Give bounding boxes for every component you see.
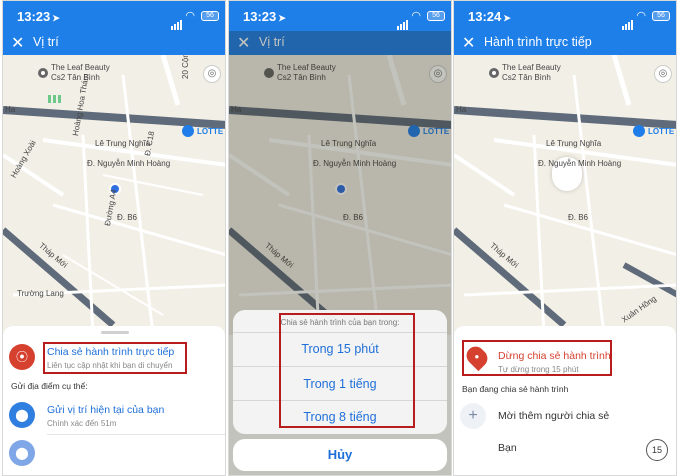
- map-label-place: The Leaf Beauty: [51, 63, 110, 72]
- status-time: 13:23 ➤: [243, 9, 286, 24]
- signal-icon: [397, 12, 409, 30]
- add-person-icon: +: [460, 403, 486, 429]
- map-label-street1: Lê Trung Nghĩa: [546, 139, 602, 148]
- map-label-street1: Lê Trung Nghĩa: [95, 139, 151, 148]
- status-bar: 13:24 ➤ ◠ 56: [454, 1, 676, 31]
- you-label: Bạn: [498, 442, 517, 454]
- map-label-place-sub: Cs2 Tân Bình: [502, 73, 551, 82]
- screen-share-location: 13:23 ➤ ◠ 56 ✕ Vị trí The Leaf Beauty Cs…: [2, 0, 226, 476]
- map-label-street6: Đ. B6: [117, 213, 138, 222]
- close-icon[interactable]: ✕: [11, 33, 24, 53]
- location-arrow-icon: ➤: [52, 13, 60, 23]
- section-label: Bạn đang chia sẻ hành trình: [462, 384, 569, 394]
- locate-me-icon[interactable]: ◎: [203, 65, 221, 83]
- status-time: 13:24 ➤: [468, 9, 511, 24]
- locate-me-icon[interactable]: ◎: [654, 65, 672, 83]
- invite-label: Mời thêm người chia sẻ: [498, 410, 610, 422]
- nav-bar: ✕ Hành trình trực tiếp: [454, 31, 676, 55]
- map-label-street2: Đ. Nguyễn Minh Hoàng: [538, 159, 622, 168]
- map-label-lotte: LOTTE: [648, 127, 675, 136]
- wifi-icon: ◠: [636, 10, 646, 22]
- highlight-box: [462, 340, 612, 376]
- nav-title: Vị trí: [33, 35, 59, 49]
- send-current-location-row[interactable]: ⬤ Gửi vị trí hiện tại của bạn Chính xác …: [3, 398, 225, 432]
- map-label-road: 20 Cộng Hòa: [181, 55, 190, 79]
- battery-icon: 56: [201, 11, 219, 21]
- bottom-sheet: ⦿ Chia sẻ hành trình trực tiếp Liên tục …: [3, 326, 225, 475]
- map-label-street2: Đ. Nguyễn Minh Hoàng: [87, 159, 171, 168]
- nav-bar: ✕ Vị trí: [3, 31, 225, 55]
- timer-badge: 15: [646, 439, 668, 461]
- divider: [47, 434, 225, 435]
- map-label-place: The Leaf Beauty: [502, 63, 561, 72]
- signal-icon: [171, 12, 183, 30]
- location-arrow-icon: ➤: [503, 13, 511, 23]
- invite-row[interactable]: + Mời thêm người chia sẻ: [454, 400, 676, 432]
- signal-icon: [622, 12, 634, 30]
- place-pin-icon[interactable]: ⬤: [9, 440, 35, 466]
- highlight-box: [43, 342, 187, 374]
- map-label-ha: Ha: [456, 105, 467, 114]
- map-label-place-sub: Cs2 Tân Bình: [51, 73, 100, 82]
- status-time: 13:23 ➤: [17, 9, 60, 24]
- bottom-sheet: ● Dừng chia sẻ hành trình Tự dừng trong …: [454, 326, 676, 475]
- map-roads: [454, 55, 676, 335]
- live-location-icon: ⦿: [9, 344, 35, 370]
- location-pin-icon: ⬤: [9, 402, 35, 428]
- nav-title: Hành trình trực tiếp: [484, 35, 592, 49]
- section-label: Gửi địa điểm cụ thể:: [11, 381, 88, 391]
- you-row[interactable]: Bạn: [454, 436, 676, 466]
- map-label-ha: Ha: [5, 105, 16, 114]
- screen-live-journey: 13:24 ➤ ◠ 56 ✕ Hành trình trực tiếp The L…: [453, 0, 677, 476]
- map-label-street6: Đ. B6: [568, 213, 589, 222]
- location-arrow-icon: ➤: [278, 13, 286, 23]
- map-view[interactable]: The Leaf Beauty Cs2 Tân Bình Ha LOTTE Lê…: [454, 55, 676, 335]
- map-label-street9: Trường Lang: [17, 289, 64, 298]
- sheet-grabber[interactable]: [101, 331, 129, 334]
- map-view[interactable]: The Leaf Beauty Cs2 Tân Bình 20 Cộng Hòa…: [3, 55, 225, 335]
- battery-icon: 56: [652, 11, 670, 21]
- highlight-box: [279, 313, 415, 428]
- screen-duration-picker: 13:23 ➤ ◠ 56 ✕ Vị trí The Leaf Beauty Cs2…: [228, 0, 452, 476]
- map-label-lotte: LOTTE: [197, 127, 224, 136]
- status-bar: 13:23 ➤ ◠ 56: [3, 1, 225, 31]
- send-current-title: Gửi vị trí hiện tại của bạn: [47, 404, 165, 416]
- close-icon[interactable]: ✕: [462, 33, 475, 53]
- send-current-subtitle: Chính xác đến 51m: [47, 419, 117, 428]
- battery-icon: 56: [427, 11, 445, 21]
- status-bar: 13:23 ➤ ◠ 56: [229, 1, 451, 31]
- cancel-button[interactable]: Hủy: [233, 439, 447, 471]
- wifi-icon: ◠: [411, 10, 421, 22]
- wifi-icon: ◠: [185, 10, 195, 22]
